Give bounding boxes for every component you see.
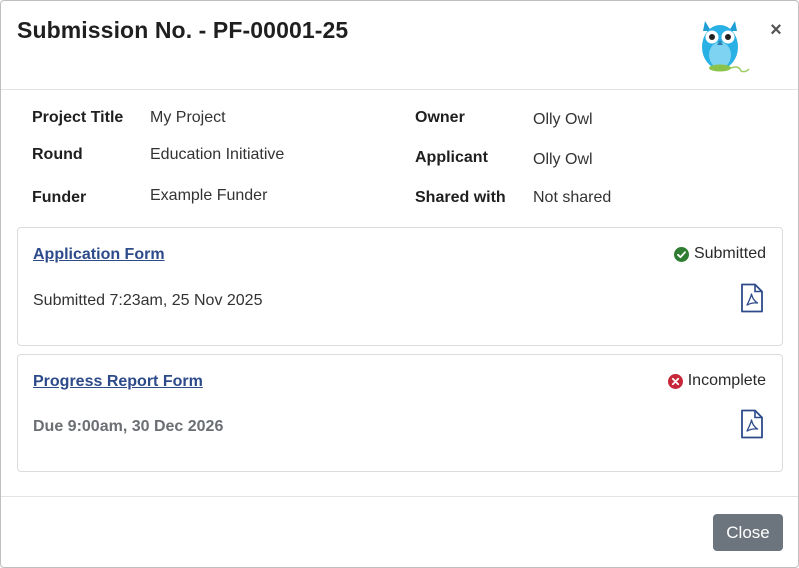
pdf-file-icon[interactable] xyxy=(740,409,764,439)
funder-value: Example Funder xyxy=(150,187,268,204)
owner-value: Olly Owl xyxy=(533,111,593,128)
owl-logo-icon xyxy=(702,21,750,73)
shared-with-label: Shared with xyxy=(415,189,506,206)
applicant-label: Applicant xyxy=(415,149,488,166)
form-card-application: Application Form Submitted Submitted 7:2… xyxy=(17,227,783,346)
owner-label: Owner xyxy=(415,109,465,126)
pdf-file-icon[interactable] xyxy=(740,283,764,313)
close-icon[interactable]: × xyxy=(767,19,785,41)
submitted-date: Submitted 7:23am, 25 Nov 2025 xyxy=(33,292,263,309)
due-date: Due 9:00am, 30 Dec 2026 xyxy=(33,418,224,435)
modal-title: Submission No. - PF-00001-25 xyxy=(17,17,349,43)
project-title-value: My Project xyxy=(150,109,226,126)
form-card-progress-report: Progress Report Form Incomplete Due 9:00… xyxy=(17,354,783,472)
check-circle-icon xyxy=(673,246,689,262)
funder-label: Funder xyxy=(32,189,87,206)
shared-with-value: Not shared xyxy=(533,189,612,206)
progress-report-form-link[interactable]: Progress Report Form xyxy=(33,373,203,391)
modal-header: Submission No. - PF-00001-25 × xyxy=(1,1,798,90)
close-button[interactable]: Close xyxy=(713,514,783,551)
modal-footer: Close xyxy=(1,496,798,567)
application-form-link[interactable]: Application Form xyxy=(33,246,165,264)
status-badge: Incomplete xyxy=(667,372,766,390)
status-text: Submitted xyxy=(693,245,766,262)
project-title-label: Project Title xyxy=(32,109,124,126)
status-badge: Submitted xyxy=(673,245,766,263)
round-value: Education Initiative xyxy=(150,146,285,163)
applicant-value: Olly Owl xyxy=(533,151,593,168)
round-label: Round xyxy=(32,146,83,163)
submission-modal: Submission No. - PF-00001-25 × Project T… xyxy=(0,0,799,568)
x-circle-icon xyxy=(667,373,683,389)
status-text: Incomplete xyxy=(687,372,766,389)
